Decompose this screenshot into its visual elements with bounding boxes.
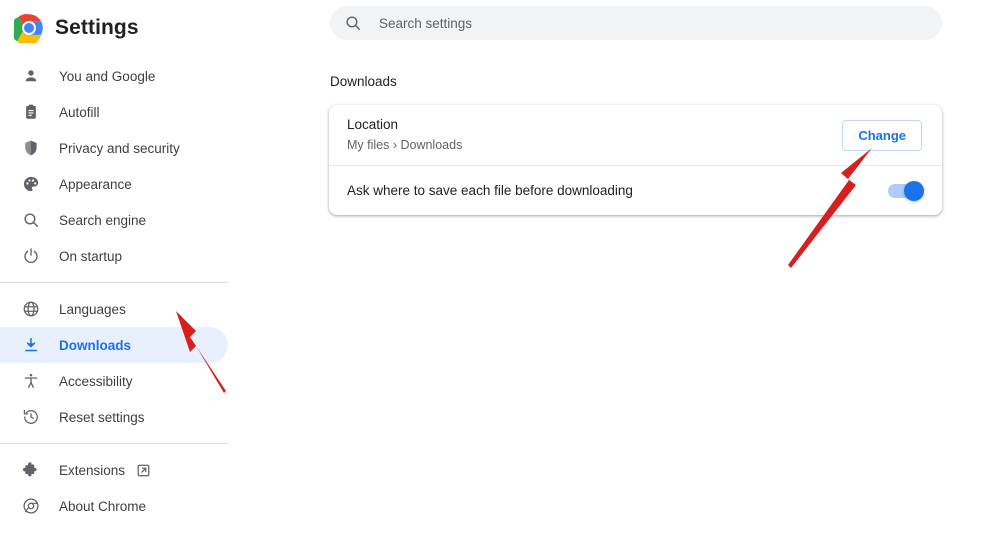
section-title: Downloads — [330, 74, 397, 89]
sidebar-item-label: About Chrome — [59, 498, 147, 514]
sidebar-item-privacy-and-security[interactable]: Privacy and security — [0, 130, 228, 166]
chrome-logo-icon — [10, 13, 44, 46]
sidebar-item-label: Autofill — [59, 104, 100, 120]
palette-icon — [21, 174, 41, 194]
sidebar-divider — [0, 443, 228, 444]
sidebar-item-label: Reset settings — [59, 409, 145, 425]
external-link-icon[interactable] — [136, 463, 151, 478]
sidebar-item-search-engine[interactable]: Search engine — [0, 202, 228, 238]
search-input[interactable] — [379, 8, 899, 38]
sidebar-item-about-chrome[interactable]: About Chrome — [0, 488, 228, 524]
ask-where-to-save-row: Ask where to save each file before downl… — [329, 165, 942, 215]
sidebar-item-label: Search engine — [59, 212, 147, 228]
location-value: My files › Downloads — [347, 138, 463, 152]
sidebar-item-reset-settings[interactable]: Reset settings — [0, 399, 228, 435]
sidebar-item-label: On startup — [59, 248, 123, 264]
sidebar-item-extensions[interactable]: Extensions — [0, 452, 228, 488]
sidebar-item-label: You and Google — [59, 68, 156, 84]
sidebar: Settings You and Google Autofill Privacy… — [0, 0, 290, 557]
settings-page: Settings You and Google Autofill Privacy… — [0, 0, 1000, 557]
download-icon — [21, 335, 41, 355]
location-row: Location My files › Downloads Change — [329, 105, 942, 165]
search-settings-bar[interactable] — [330, 6, 942, 40]
sidebar-item-appearance[interactable]: Appearance — [0, 166, 228, 202]
sidebar-nav: You and Google Autofill Privacy and secu… — [0, 56, 290, 524]
brand-header: Settings — [0, 0, 290, 56]
power-icon — [21, 246, 41, 266]
sidebar-item-accessibility[interactable]: Accessibility — [0, 363, 228, 399]
person-icon — [21, 66, 41, 86]
downloads-settings-card: Location My files › Downloads Change Ask… — [329, 105, 942, 215]
sidebar-item-label: Privacy and security — [59, 140, 180, 156]
main-content: Downloads Location My files › Downloads … — [290, 0, 1000, 557]
page-title: Settings — [55, 16, 139, 39]
globe-icon — [21, 299, 41, 319]
sidebar-item-label: Extensions — [59, 462, 126, 478]
chrome-outline-icon — [21, 496, 41, 516]
search-icon — [344, 14, 362, 32]
change-button[interactable]: Change — [842, 119, 922, 151]
sidebar-item-you-and-google[interactable]: You and Google — [0, 58, 228, 94]
toggle-knob — [904, 180, 924, 201]
sidebar-item-downloads[interactable]: Downloads — [0, 327, 228, 363]
ask-where-to-save-label: Ask where to save each file before downl… — [347, 183, 633, 198]
sidebar-item-languages[interactable]: Languages — [0, 291, 228, 327]
clipboard-icon — [21, 102, 41, 122]
sidebar-item-label: Languages — [59, 301, 126, 317]
sidebar-item-autofill[interactable]: Autofill — [0, 94, 228, 130]
sidebar-item-label: Accessibility — [59, 373, 133, 389]
accessibility-icon — [21, 371, 41, 391]
sidebar-item-label: Appearance — [59, 176, 132, 192]
puzzle-icon — [21, 460, 41, 480]
location-label: Location — [347, 117, 399, 132]
sidebar-divider — [0, 282, 228, 283]
ask-where-to-save-toggle[interactable] — [888, 180, 924, 201]
history-icon — [21, 407, 41, 427]
location-texts: Location My files › Downloads — [347, 116, 842, 154]
sidebar-item-label: Downloads — [59, 337, 132, 353]
search-icon — [21, 210, 41, 230]
sidebar-item-on-startup[interactable]: On startup — [0, 238, 228, 274]
shield-icon — [21, 138, 41, 158]
